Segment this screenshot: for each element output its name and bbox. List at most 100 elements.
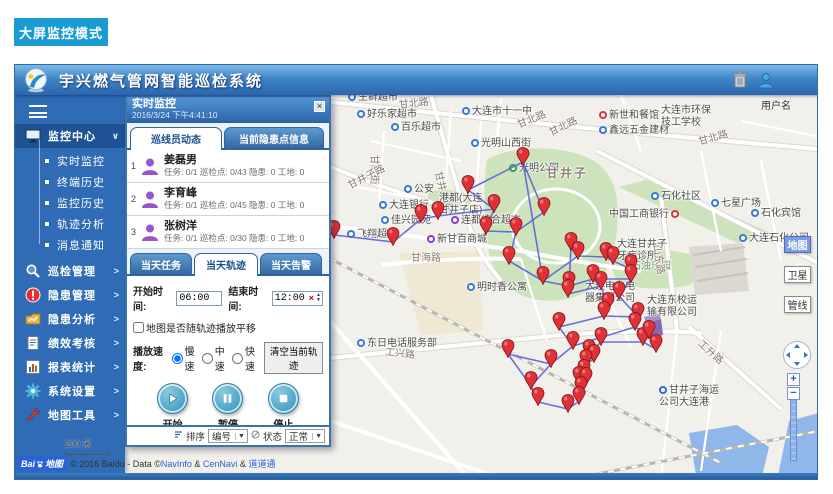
speed-radio-中速[interactable]: 中速: [202, 343, 231, 373]
sidebar-subitem-监控历史[interactable]: 监控历史: [15, 192, 125, 213]
sidebar-subitem-label: 监控历史: [57, 195, 105, 211]
sidebar-item-隐患分析[interactable]: 隐患分析>: [15, 307, 125, 331]
sidebar-subitem-轨迹分析[interactable]: 轨迹分析: [15, 213, 125, 234]
chevron-right-icon: >: [114, 338, 119, 348]
speed-radio-input[interactable]: [172, 353, 183, 364]
bullet-icon: [45, 222, 49, 226]
map-marker[interactable]: [649, 334, 663, 353]
map-marker[interactable]: [594, 271, 608, 290]
sidebar-item-隐患管理[interactable]: 隐患管理>: [15, 283, 125, 307]
bullet-icon: [45, 159, 49, 163]
alert-icon: [25, 287, 41, 303]
sidebar-item-监控中心[interactable]: 监控中心∨: [15, 124, 125, 148]
attribution-link[interactable]: NavInfo: [161, 459, 192, 469]
sidebar-item-巡检管理[interactable]: 巡检管理>: [15, 259, 125, 283]
mode-button[interactable]: 大屏监控模式: [14, 18, 108, 46]
panel-header: 实时监控 2016/3/24 下午4:41:10 ×: [127, 97, 329, 123]
clear-time-icon[interactable]: ×: [307, 293, 316, 303]
map-marker[interactable]: [571, 241, 585, 260]
end-time-field[interactable]: [273, 292, 307, 305]
map-type-button-卫星[interactable]: 卫星: [784, 266, 811, 283]
speed-radio-input[interactable]: [202, 353, 213, 364]
patroller-row[interactable]: 3张树洋任务: 0/1 巡检点: 0/30 隐患: 0 工地: 0: [127, 216, 329, 249]
hamburger-icon[interactable]: [29, 105, 47, 118]
chevron-right-icon: >: [114, 290, 119, 300]
map-marker[interactable]: [597, 301, 611, 320]
map-pan-checkbox-label[interactable]: 地图是否随轨迹播放平移: [146, 320, 256, 335]
map-marker[interactable]: [624, 264, 638, 283]
attribution-link[interactable]: CenNavi: [203, 459, 238, 469]
map-marker[interactable]: [414, 204, 428, 223]
user-icon[interactable]: [757, 71, 775, 89]
pan-control[interactable]: [782, 340, 812, 375]
map-marker[interactable]: [612, 281, 626, 300]
map-marker[interactable]: [509, 217, 523, 236]
sidebar-item-地图工具[interactable]: 地图工具>: [15, 403, 125, 427]
map-marker[interactable]: [536, 266, 550, 285]
status-icon: [251, 430, 260, 442]
开始-button[interactable]: 开始: [157, 383, 188, 431]
realtime-panel: 实时监控 2016/3/24 下午4:41:10 × 巡线员动态当前隐患点信息 …: [125, 95, 331, 447]
patroller-name: 姜磊男: [164, 154, 304, 167]
tab-当天任务[interactable]: 当天任务: [130, 253, 192, 274]
patroller-row[interactable]: 2李育峰任务: 0/1 巡检点: 0/45 隐患: 0 工地: 0: [127, 183, 329, 216]
user-label[interactable]: 用户名: [761, 97, 791, 112]
start-time-field[interactable]: [176, 291, 222, 306]
speed-radio-input[interactable]: [232, 353, 243, 364]
map-marker[interactable]: [501, 339, 515, 358]
sidebar-item-绩效考核[interactable]: 绩效考核>: [15, 331, 125, 355]
end-time-label: 结束时间:: [228, 283, 268, 313]
map-marker[interactable]: [606, 246, 620, 265]
chevron-right-icon: >: [114, 386, 119, 396]
sidebar-subitem-label: 轨迹分析: [57, 216, 105, 232]
map-marker[interactable]: [386, 227, 400, 246]
map-marker[interactable]: [461, 175, 475, 194]
map-marker[interactable]: [531, 387, 545, 406]
attribution-link[interactable]: 道道通: [248, 459, 275, 469]
map-type-button-管线[interactable]: 管线: [784, 296, 811, 313]
sidebar-item-系统设置[interactable]: 系统设置>: [15, 379, 125, 403]
tab-当前隐患点信息[interactable]: 当前隐患点信息: [224, 127, 324, 148]
map-marker[interactable]: [566, 331, 580, 350]
sidebar-item-报表统计[interactable]: 报表统计>: [15, 355, 125, 379]
patroller-row[interactable]: 1姜磊男任务: 0/1 巡检点: 0/43 隐患: 0 工地: 0: [127, 150, 329, 183]
zoom-slider[interactable]: [790, 399, 797, 461]
speed-radio-快速[interactable]: 快速: [232, 343, 261, 373]
zoom-in-button[interactable]: +: [787, 373, 800, 386]
sidebar-subitem-实时监控[interactable]: 实时监控: [15, 150, 125, 171]
chevron-down-icon: ∨: [112, 131, 119, 142]
map-marker[interactable]: [479, 216, 493, 235]
time-spinner[interactable]: ▲▼: [316, 293, 322, 303]
tab-当天告警[interactable]: 当天告警: [260, 253, 322, 274]
map-marker[interactable]: [572, 386, 586, 405]
status-select[interactable]: 正常▼: [285, 429, 325, 443]
map-marker[interactable]: [516, 147, 530, 166]
map-marker[interactable]: [431, 201, 445, 220]
暂停-button[interactable]: 暂停: [212, 383, 243, 431]
close-icon[interactable]: ×: [314, 101, 325, 112]
sidebar-subitem-终端历史[interactable]: 终端历史: [15, 171, 125, 192]
map-marker[interactable]: [552, 312, 566, 331]
sort-select[interactable]: 编号▼: [208, 429, 248, 443]
person-icon: [140, 156, 160, 176]
sidebar-subitem-label: 终端历史: [57, 174, 105, 190]
tab-巡线员动态[interactable]: 巡线员动态: [130, 127, 222, 150]
trash-icon[interactable]: [731, 71, 749, 89]
map-marker[interactable]: [628, 312, 642, 331]
map-marker[interactable]: [544, 349, 558, 368]
停止-button[interactable]: 停止: [268, 383, 299, 431]
tab-当天轨迹[interactable]: 当天轨迹: [194, 253, 258, 276]
patroller-stats: 任务: 0/1 巡检点: 0/45 隐患: 0 工地: 0: [164, 200, 304, 211]
map-marker[interactable]: [487, 194, 501, 213]
speed-radio-慢速[interactable]: 慢速: [172, 343, 201, 373]
map-marker[interactable]: [502, 246, 516, 265]
map-type-button-地图[interactable]: 地图: [784, 236, 811, 253]
clear-track-button[interactable]: 清空当前轨迹: [264, 342, 323, 374]
baidu-logo[interactable]: Bai 地图: [17, 456, 67, 471]
map-marker[interactable]: [537, 197, 551, 216]
map-marker[interactable]: [561, 279, 575, 298]
map-pan-checkbox[interactable]: [133, 322, 144, 333]
magnifier-icon: [25, 263, 41, 279]
app-logo-icon: [23, 67, 49, 93]
sidebar-subitem-消息通知[interactable]: 消息通知: [15, 234, 125, 255]
